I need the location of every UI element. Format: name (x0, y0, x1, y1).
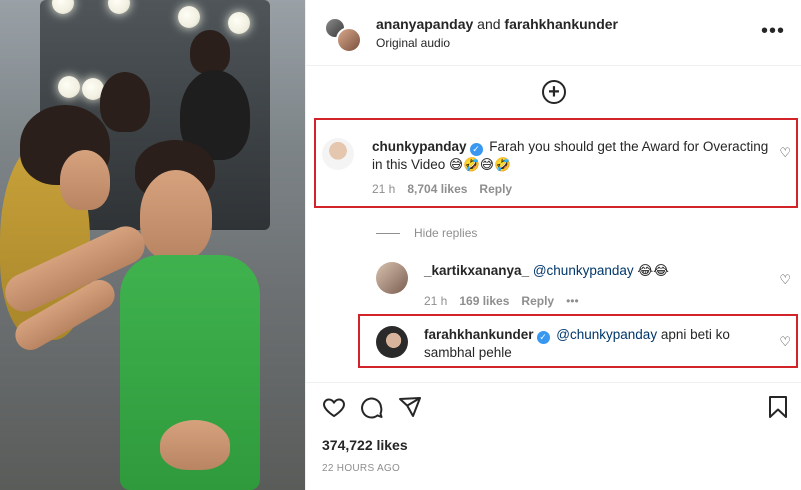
hide-replies-label: Hide replies (414, 226, 478, 240)
author-link[interactable]: ananyapanday (376, 16, 473, 32)
mention-link[interactable]: @chunkypanday (556, 327, 657, 342)
mirror-bulb (178, 6, 200, 28)
share-send-icon[interactable] (398, 395, 422, 419)
audio-link[interactable]: Original audio (376, 36, 618, 50)
like-heart-icon[interactable] (322, 395, 346, 419)
person (160, 420, 230, 470)
verified-badge-icon: ✓ (469, 143, 483, 156)
post-header: ananyapanday and farahkhankunder Origina… (306, 0, 801, 66)
post-video[interactable] (0, 0, 305, 490)
verified-badge-icon: ✓ (536, 331, 550, 344)
mirror-bulb (228, 12, 250, 34)
comment: chunkypanday ✓ Farah you should get the A… (322, 138, 772, 196)
comment-time[interactable]: 21 h (372, 182, 395, 196)
reply-likes[interactable]: 169 likes (459, 294, 509, 308)
post-actions: 374,722 likes 22 HOURS AGO (306, 382, 801, 490)
reply-button[interactable]: Reply (479, 182, 512, 196)
reply-more-icon[interactable]: ••• (566, 294, 579, 308)
reply: farahkhankunder ✓ @chunkypanday apni beti… (376, 326, 756, 362)
post-authors: ananyapanday and farahkhankunder (376, 16, 618, 32)
commenter-username[interactable]: farahkhankunder (424, 327, 534, 342)
save-bookmark-icon[interactable] (766, 395, 790, 419)
person (100, 72, 150, 132)
person (190, 30, 230, 74)
like-reply-icon[interactable]: ♡ (779, 272, 791, 288)
mirror-bulb (58, 76, 80, 98)
collab-avatars[interactable] (324, 13, 364, 53)
comment-likes[interactable]: 8,704 likes (407, 182, 467, 196)
post-like-count[interactable]: 374,722 likes (322, 437, 408, 453)
commenter-username[interactable]: chunkypanday (372, 139, 467, 154)
comments-panel: ananyapanday and farahkhankunder Origina… (305, 0, 801, 490)
commenter-avatar[interactable] (376, 262, 408, 294)
author-link[interactable]: farahkhankunder (504, 16, 618, 32)
like-comment-icon[interactable]: ♡ (779, 145, 791, 161)
divider-line (376, 232, 400, 234)
reply-button[interactable]: Reply (521, 294, 554, 308)
reply: _kartikxananya_ @chunkypanday 😂😂 21 h 16… (376, 262, 756, 308)
comment-bubble-icon[interactable] (360, 395, 384, 419)
post-timestamp[interactable]: 22 HOURS AGO (322, 463, 400, 474)
avatar[interactable] (336, 26, 362, 53)
reply-text: 😂😂 (633, 263, 669, 278)
commenter-username[interactable]: _kartikxananya_ (424, 263, 529, 278)
load-more-comments-icon[interactable]: + (542, 80, 566, 104)
person (140, 170, 212, 260)
author-connector: and (473, 15, 505, 32)
more-options-icon[interactable]: ••• (761, 21, 785, 41)
hide-replies-button[interactable]: Hide replies (376, 226, 477, 240)
like-reply-icon[interactable]: ♡ (779, 334, 791, 350)
commenter-avatar[interactable] (322, 138, 354, 170)
commenter-avatar[interactable] (376, 326, 408, 358)
reply-time[interactable]: 21 h (424, 294, 447, 308)
person (60, 150, 110, 210)
mention-link[interactable]: @chunkypanday (533, 263, 634, 278)
